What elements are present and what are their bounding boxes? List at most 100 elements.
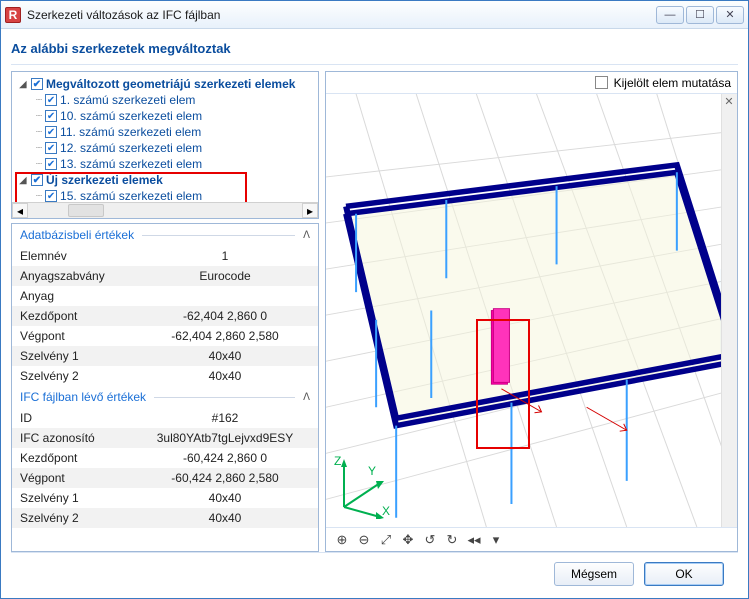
left-panel: ◢ ✔ Megváltozott geometriájú szerkezeti … [11, 71, 319, 552]
property-row: Anyag [12, 286, 318, 306]
property-value: 40x40 [140, 349, 310, 363]
scroll-track[interactable] [28, 203, 302, 218]
x-axis-label: X [382, 504, 390, 518]
property-row: Elemnév1 [12, 246, 318, 266]
property-key: Kezdőpont [20, 309, 140, 323]
dialog-window: R Szerkezeti változások az IFC fájlban —… [0, 0, 749, 599]
property-row: Végpont-60,424 2,860 2,580 [12, 468, 318, 488]
tree-group-changed-geometry[interactable]: ◢ ✔ Megváltozott geometriájú szerkezeti … [18, 76, 312, 92]
maximize-button[interactable]: ☐ [686, 6, 714, 24]
show-selected-label: Kijelölt elem mutatása [614, 76, 731, 90]
property-value: 40x40 [140, 369, 310, 383]
property-row: ID#162 [12, 408, 318, 428]
rotate-cw-icon[interactable]: ↻ [444, 532, 460, 548]
property-key: Végpont [20, 471, 140, 485]
zoom-extent-icon[interactable]: ⤢ [378, 532, 394, 548]
property-row: Szelvény 140x40 [12, 346, 318, 366]
property-key: Kezdőpont [20, 451, 140, 465]
property-row: Szelvény 140x40 [12, 488, 318, 508]
ifc-values-section-header[interactable]: IFC fájlban lévő értékek ᐱ [12, 386, 318, 408]
property-row: Kezdőpont-60,424 2,860 0 [12, 448, 318, 468]
property-key: ID [20, 411, 140, 425]
pan-icon[interactable]: ✥ [400, 532, 416, 548]
viewport-panel: Kijelölt elem mutatása [325, 71, 738, 552]
tree-item[interactable]: ┈✔11. számú szerkezeti elem [36, 124, 312, 140]
rotate-ccw-icon[interactable]: ↺ [422, 532, 438, 548]
property-value: -62,404 2,860 0 [140, 309, 310, 323]
checkbox[interactable]: ✔ [45, 126, 57, 138]
ok-button[interactable]: OK [644, 562, 724, 586]
property-row: AnyagszabványEurocode [12, 266, 318, 286]
tree-group-new-elements[interactable]: ◢ ✔ Új szerkezeti elemek [18, 172, 312, 188]
property-value: 3ul80YAtb7tgLejvxd9ESY [140, 431, 310, 445]
titlebar: R Szerkezeti változások az IFC fájlban —… [1, 1, 748, 29]
property-row: Végpont-62,404 2,860 2,580 [12, 326, 318, 346]
collapse-icon[interactable]: ᐱ [303, 392, 310, 403]
checkbox[interactable]: ✔ [45, 94, 57, 106]
axes-gizmo: Z Y X [332, 449, 402, 519]
property-key: Anyagszabvány [20, 269, 140, 283]
checkbox[interactable]: ✔ [45, 158, 57, 170]
close-button[interactable]: ✕ [716, 6, 744, 24]
checkbox[interactable]: ✔ [31, 174, 43, 186]
property-row: Kezdőpont-62,404 2,860 0 [12, 306, 318, 326]
expand-icon[interactable]: ◢ [18, 79, 28, 90]
checkbox[interactable]: ✔ [31, 78, 43, 90]
view-menu-icon[interactable]: ▾ [488, 532, 504, 548]
property-value: 1 [140, 249, 310, 263]
checkbox[interactable]: ✔ [45, 142, 57, 154]
viewport-close-icon[interactable]: ✕ [722, 95, 736, 109]
property-key: Szelvény 2 [20, 511, 140, 525]
collapse-icon[interactable]: ᐱ [303, 230, 310, 241]
property-key: Elemnév [20, 249, 140, 263]
minimize-button[interactable]: — [656, 6, 684, 24]
property-key: Anyag [20, 289, 140, 303]
property-value: #162 [140, 411, 310, 425]
scroll-thumb[interactable] [68, 204, 104, 217]
z-axis-label: Z [334, 454, 341, 468]
main-split: ◢ ✔ Megváltozott geometriájú szerkezeti … [11, 71, 738, 552]
window-controls: — ☐ ✕ [656, 6, 744, 24]
3d-viewport[interactable]: ✕ Z Y X [326, 94, 737, 527]
checkbox[interactable]: ✔ [45, 190, 57, 202]
property-row: Szelvény 240x40 [12, 508, 318, 528]
property-key: Szelvény 1 [20, 349, 140, 363]
content-area: Az alábbi szerkezetek megváltoztak ◢ ✔ M… [1, 29, 748, 598]
tree-item[interactable]: ┈✔12. számú szerkezeti elem [36, 140, 312, 156]
property-row: Szelvény 240x40 [12, 366, 318, 386]
zoom-out-icon[interactable]: ⊖ [356, 532, 372, 548]
viewport-toolbar: ⊕ ⊖ ⤢ ✥ ↺ ↻ ◂◂ ▾ [326, 527, 737, 551]
property-value: 40x40 [140, 491, 310, 505]
property-value: -60,424 2,860 0 [140, 451, 310, 465]
property-value: -60,424 2,860 2,580 [140, 471, 310, 485]
dialog-footer: Mégsem OK [11, 552, 738, 594]
property-value: 40x40 [140, 511, 310, 525]
tree-view: ◢ ✔ Megváltozott geometriájú szerkezeti … [11, 71, 319, 219]
cancel-button[interactable]: Mégsem [554, 562, 634, 586]
property-value: -62,404 2,860 2,580 [140, 329, 310, 343]
expand-icon[interactable]: ◢ [18, 175, 28, 186]
property-key: IFC azonosító [20, 431, 140, 445]
scroll-left-icon[interactable]: ◂ [12, 203, 28, 218]
tree-item[interactable]: ┈✔10. számú szerkezeti elem [36, 108, 312, 124]
property-value [140, 289, 310, 303]
tree-item[interactable]: ┈✔1. számú szerkezeti elem [36, 92, 312, 108]
property-key: Végpont [20, 329, 140, 343]
y-axis-label: Y [368, 464, 376, 478]
property-value: Eurocode [140, 269, 310, 283]
tree-horizontal-scrollbar[interactable]: ◂ ▸ [12, 202, 318, 218]
checkbox[interactable]: ✔ [45, 110, 57, 122]
prev-view-icon[interactable]: ◂◂ [466, 532, 482, 548]
property-row: IFC azonosító3ul80YAtb7tgLejvxd9ESY [12, 428, 318, 448]
viewport-header: Kijelölt elem mutatása [326, 72, 737, 94]
db-values-section-header[interactable]: Adatbázisbeli értékek ᐱ [12, 224, 318, 246]
viewport-vertical-scrollbar[interactable]: ✕ [721, 94, 737, 527]
zoom-in-icon[interactable]: ⊕ [334, 532, 350, 548]
properties-panel: Adatbázisbeli értékek ᐱ Elemnév1Anyagsza… [11, 223, 319, 552]
scroll-right-icon[interactable]: ▸ [302, 203, 318, 218]
property-key: Szelvény 1 [20, 491, 140, 505]
dialog-subtitle: Az alábbi szerkezetek megváltoztak [11, 37, 738, 65]
window-title: Szerkezeti változások az IFC fájlban [27, 8, 656, 22]
tree-item[interactable]: ┈✔13. számú szerkezeti elem [36, 156, 312, 172]
show-selected-checkbox[interactable] [595, 76, 608, 89]
